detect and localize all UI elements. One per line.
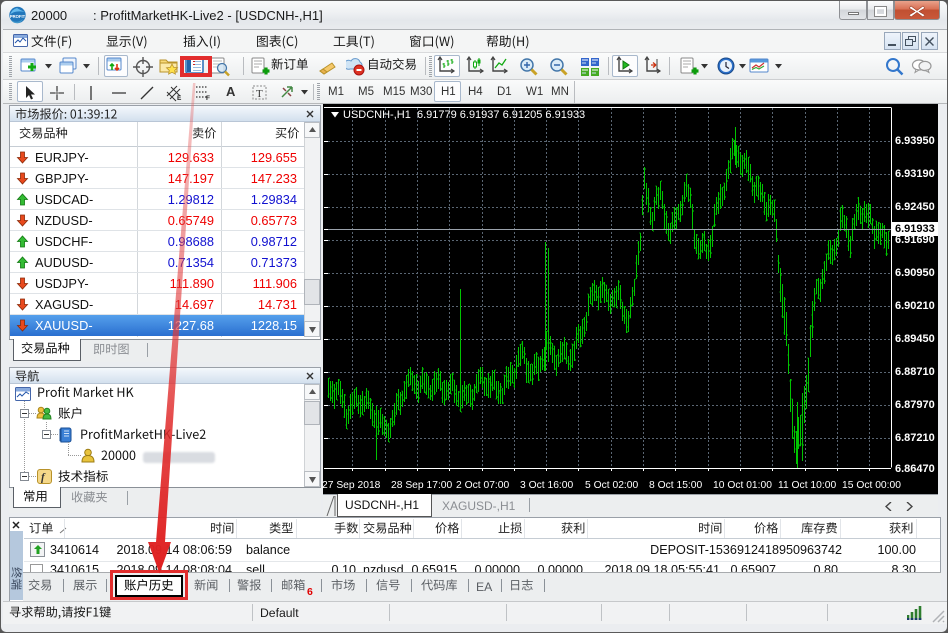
svg-text:T: T xyxy=(256,88,263,100)
svg-text:PROFIT: PROFIT xyxy=(10,14,26,19)
svg-text:E: E xyxy=(177,95,182,102)
svg-text:F: F xyxy=(206,95,210,102)
